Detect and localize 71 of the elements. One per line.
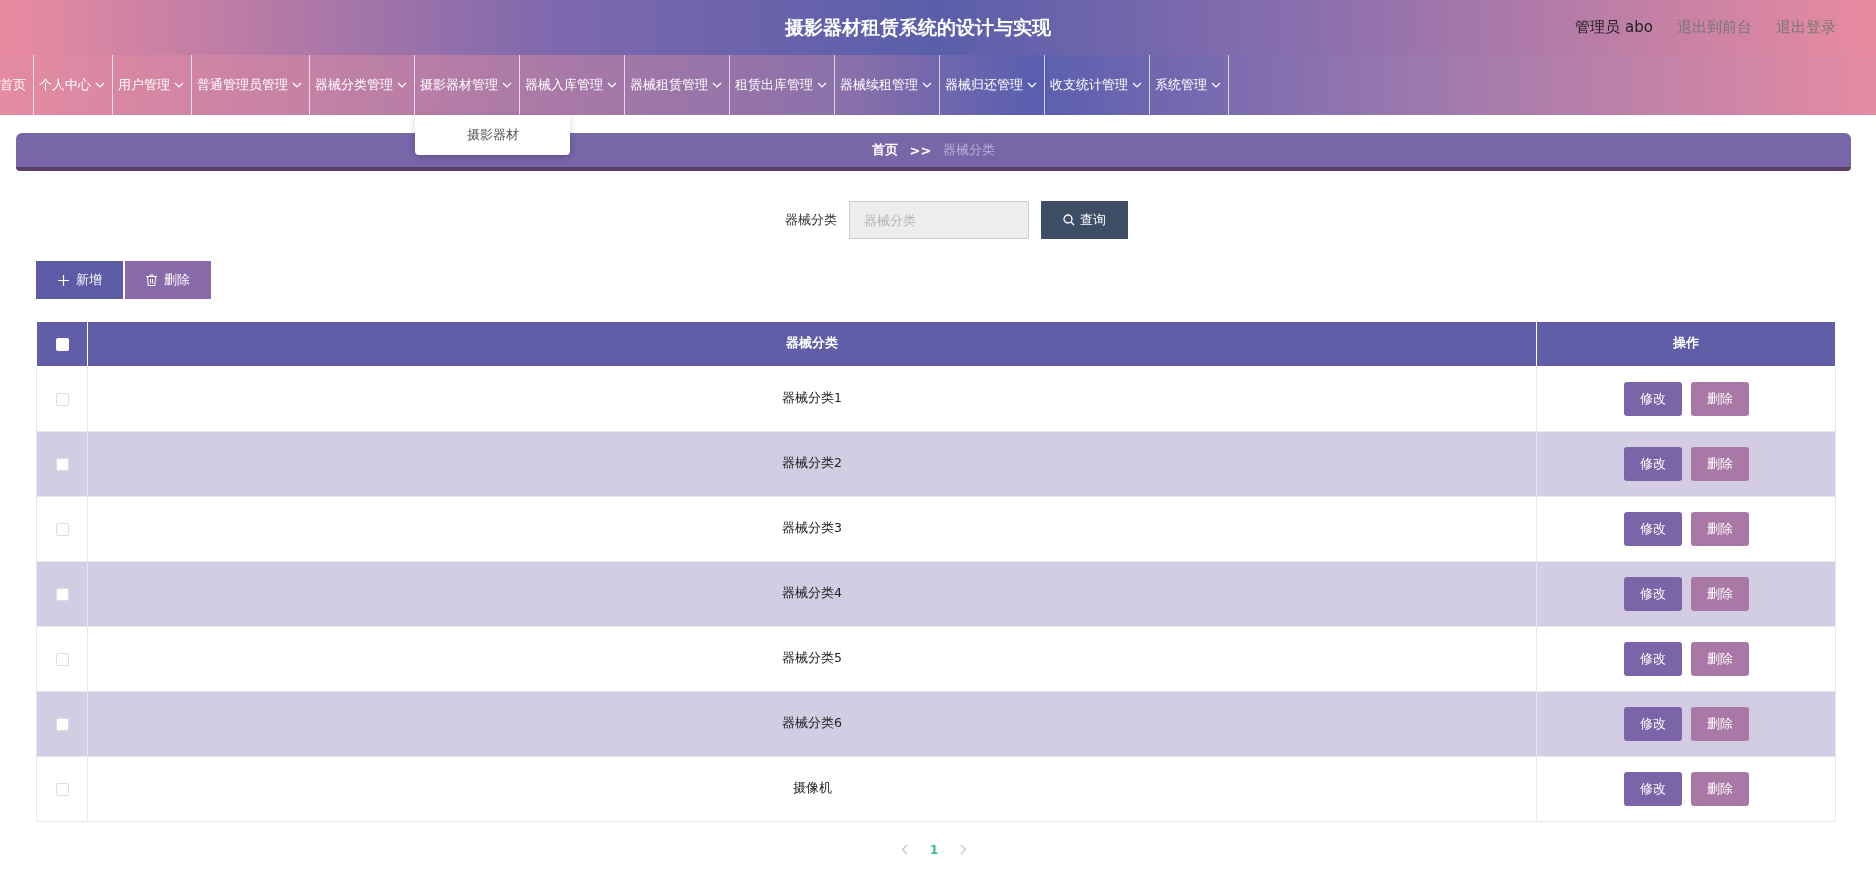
chevron-left-icon[interactable] [900, 843, 908, 855]
delete-button[interactable]: 删除 [1690, 706, 1749, 741]
nav-item[interactable]: 租赁出库管理 [730, 55, 835, 115]
column-header: 器械分类 [87, 322, 1537, 366]
chevron-down-icon [502, 82, 512, 88]
edit-button[interactable]: 修改 [1623, 511, 1682, 546]
breadcrumb-current: 器械分类 [943, 141, 996, 159]
row-checkbox[interactable] [55, 653, 69, 666]
plus-icon [57, 274, 69, 286]
delete-button[interactable]: 删除 [1690, 641, 1749, 676]
row-checkbox[interactable] [55, 393, 69, 406]
column-header: 操作 [1536, 322, 1836, 366]
table-cell: 摄像机 [87, 756, 1537, 821]
nav-item[interactable]: 用户管理 [113, 55, 192, 115]
search-icon [1062, 214, 1075, 226]
chevron-down-icon [397, 82, 407, 88]
chevron-down-icon [1211, 82, 1221, 88]
breadcrumb-separator: >> [909, 142, 932, 158]
menu-item[interactable]: 摄影器材 [415, 123, 570, 147]
search-label: 器械分类 [784, 211, 837, 229]
chevron-right-icon[interactable] [960, 843, 968, 855]
nav-item[interactable]: 个人中心 [34, 55, 113, 115]
edit-button[interactable]: 修改 [1623, 641, 1682, 676]
table-cell: 器械分类4 [87, 561, 1537, 626]
nav-item[interactable]: 普通管理员管理 [192, 55, 310, 115]
row-checkbox[interactable] [55, 458, 69, 471]
row-checkbox[interactable] [55, 523, 69, 536]
edit-button[interactable]: 修改 [1623, 771, 1682, 806]
page-number[interactable]: 1 [929, 841, 939, 857]
delete-button[interactable]: 删除 [1690, 511, 1749, 546]
edit-button[interactable]: 修改 [1623, 576, 1682, 611]
chevron-down-icon [174, 82, 184, 88]
table-cell: 器械分类5 [87, 626, 1537, 691]
chevron-down-icon [1027, 82, 1037, 88]
edit-button[interactable]: 修改 [1623, 381, 1682, 416]
delete-button[interactable]: 删除 [125, 261, 211, 299]
chevron-down-icon [922, 82, 932, 88]
nav-item[interactable]: 器械入库管理 [520, 55, 625, 115]
delete-button[interactable]: 删除 [1690, 381, 1749, 416]
table-cell: 器械分类6 [87, 691, 1537, 756]
select-all-checkbox[interactable] [55, 338, 69, 352]
table-cell: 器械分类1 [87, 366, 1537, 431]
nav-item[interactable]: 器械归还管理 [940, 55, 1045, 115]
chevron-down-icon [817, 82, 827, 88]
search-button[interactable]: 查询 [1040, 201, 1128, 239]
user-name: 管理员 abo [1575, 18, 1653, 37]
breadcrumb-home[interactable]: 首页 [871, 141, 898, 159]
delete-button[interactable]: 删除 [1690, 446, 1749, 481]
row-checkbox[interactable] [55, 588, 69, 601]
chevron-down-icon [292, 82, 302, 88]
nav-item[interactable]: 器械租赁管理 [625, 55, 730, 115]
trash-icon [146, 274, 157, 286]
edit-button[interactable]: 修改 [1623, 446, 1682, 481]
nav-item[interactable]: 系统管理 [1150, 55, 1229, 115]
app-title: 摄影器材租赁系统的设计与实现 [785, 14, 1051, 40]
row-checkbox[interactable] [55, 718, 69, 731]
add-button[interactable]: 新增 [36, 261, 123, 299]
chevron-down-icon [607, 82, 617, 88]
delete-button[interactable]: 删除 [1690, 771, 1749, 806]
nav-item[interactable]: 器械分类管理 [310, 55, 415, 115]
table-cell: 器械分类2 [87, 431, 1537, 496]
row-checkbox[interactable] [55, 783, 69, 796]
nav-item[interactable]: 器械续租管理 [835, 55, 940, 115]
nav-item[interactable]: 首页 [0, 55, 34, 115]
chevron-down-icon [712, 82, 722, 88]
chevron-down-icon [95, 82, 105, 88]
edit-button[interactable]: 修改 [1623, 706, 1682, 741]
table-cell: 器械分类3 [87, 496, 1537, 561]
delete-button[interactable]: 删除 [1690, 576, 1749, 611]
chevron-down-icon [1132, 82, 1142, 88]
nav-item[interactable]: 收支统计管理 [1045, 55, 1150, 115]
